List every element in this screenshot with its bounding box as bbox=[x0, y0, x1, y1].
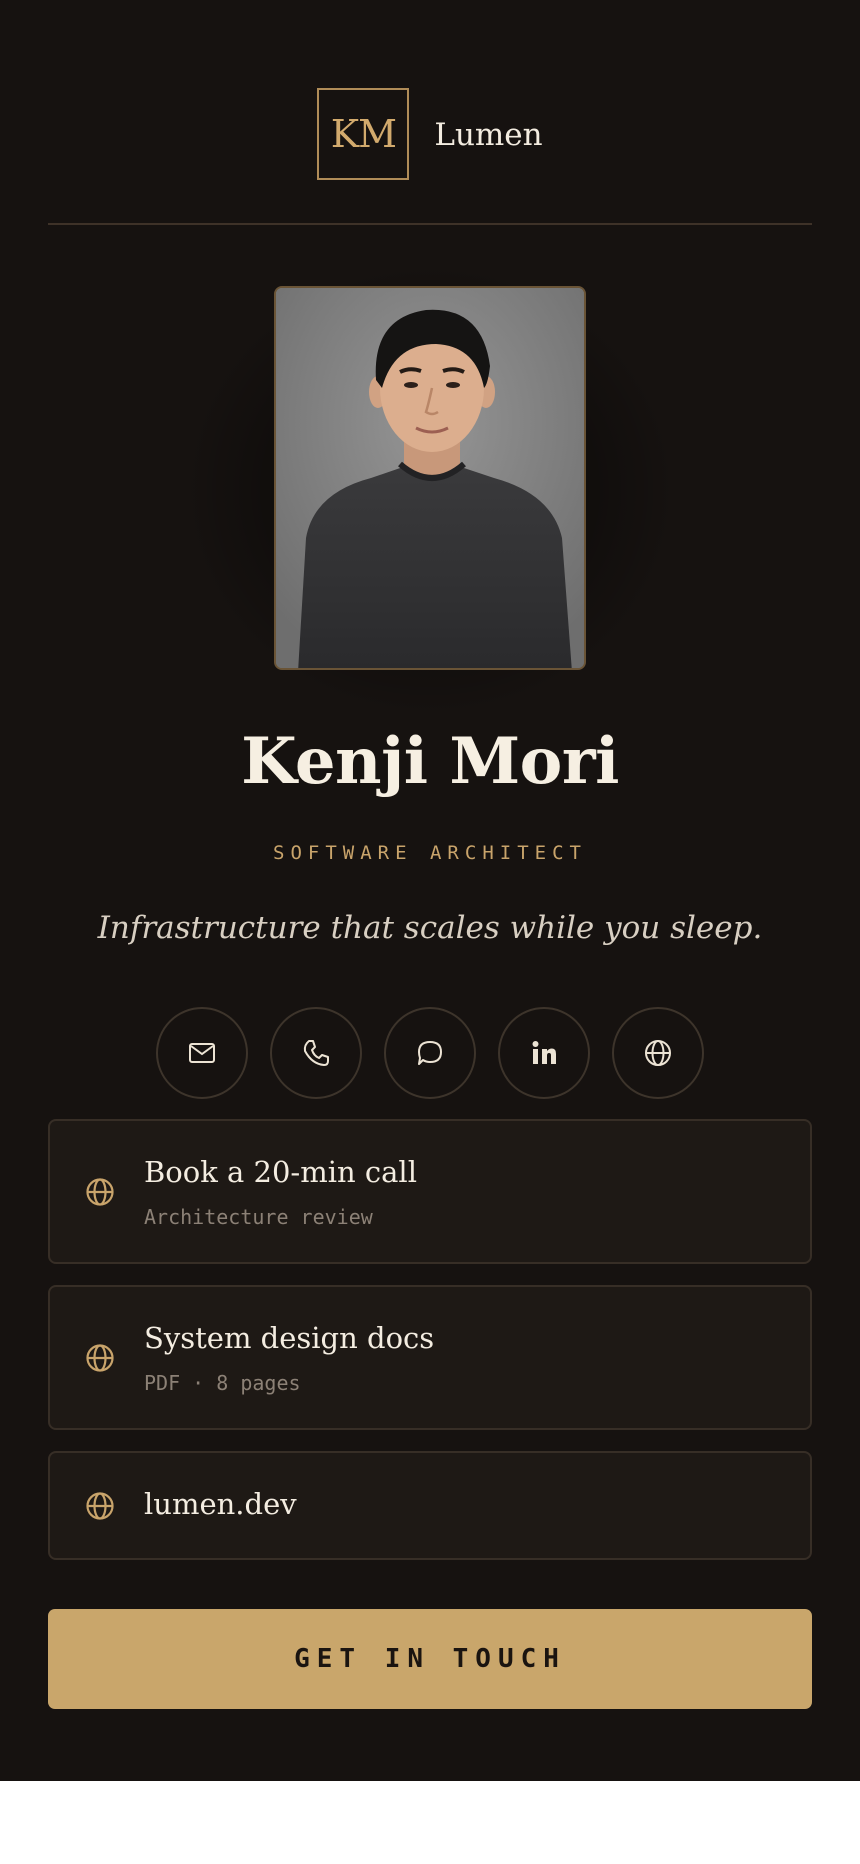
profile-role: SOFTWARE ARCHITECT bbox=[273, 842, 587, 864]
brand-monogram: KM bbox=[317, 88, 410, 180]
link-card-book-call[interactable]: Book a 20-min call Architecture review bbox=[48, 1119, 812, 1264]
profile-name: Kenji Mori bbox=[241, 724, 619, 799]
social-links bbox=[0, 1007, 860, 1099]
brand-name: Lumen bbox=[434, 117, 543, 153]
link-card-title: System design docs bbox=[144, 1321, 435, 1355]
profile-tagline: Infrastructure that scales while you sle… bbox=[97, 910, 763, 946]
person-portrait-illustration bbox=[276, 288, 584, 668]
globe-icon bbox=[645, 1040, 671, 1066]
linkedin-icon bbox=[532, 1041, 556, 1064]
phone-button[interactable] bbox=[270, 1007, 362, 1099]
link-card-title: Book a 20-min call bbox=[144, 1155, 417, 1189]
chat-icon bbox=[418, 1041, 442, 1065]
phone-icon bbox=[303, 1040, 329, 1066]
link-card-design-docs[interactable]: System design docs PDF · 8 pages bbox=[48, 1285, 812, 1430]
message-button[interactable] bbox=[384, 1007, 476, 1099]
link-card-subtitle: Architecture review bbox=[144, 1205, 373, 1229]
website-button[interactable] bbox=[612, 1007, 704, 1099]
profile-photo bbox=[274, 286, 586, 670]
profile-page: KM Lumen Kenji Mori SOFTWARE ARCHITECT I… bbox=[0, 0, 860, 1781]
link-card-subtitle: PDF · 8 pages bbox=[144, 1371, 301, 1395]
link-card-website[interactable]: lumen.dev bbox=[48, 1451, 812, 1560]
linkedin-button[interactable] bbox=[498, 1007, 590, 1099]
globe-icon bbox=[86, 1344, 114, 1372]
header-divider bbox=[48, 223, 812, 225]
brand-header: KM Lumen bbox=[0, 88, 860, 180]
get-in-touch-button[interactable]: GET IN TOUCH bbox=[48, 1609, 812, 1709]
link-card-title: lumen.dev bbox=[144, 1487, 297, 1521]
mail-icon bbox=[189, 1043, 215, 1063]
email-button[interactable] bbox=[156, 1007, 248, 1099]
globe-icon bbox=[86, 1178, 114, 1206]
globe-icon bbox=[86, 1492, 114, 1520]
